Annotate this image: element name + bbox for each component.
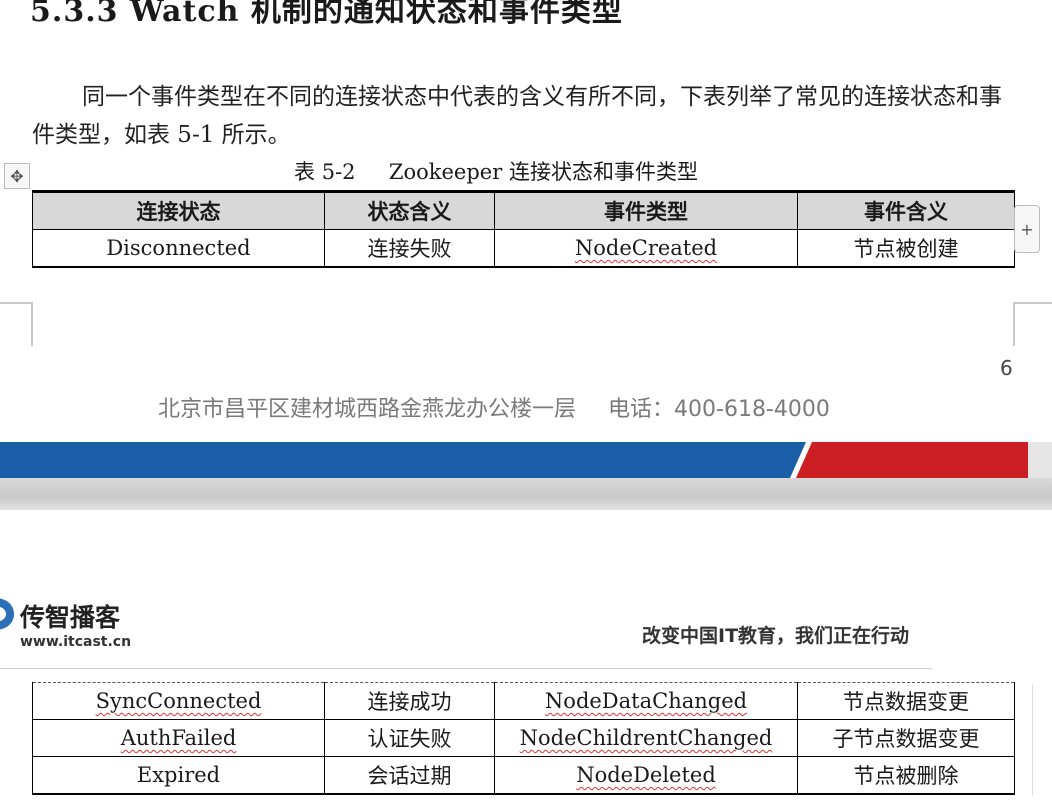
header-connection-state: 连接状态: [32, 190, 325, 230]
cell-event-meaning: 节点被删除: [797, 756, 1015, 795]
cell-connection-state: Disconnected: [32, 229, 325, 268]
body-paragraph: 同一个事件类型在不同的连接状态中代表的含义有所不同，下表列举了常见的连接状态和事…: [32, 78, 1022, 154]
footer-color-band: [0, 442, 1052, 478]
cell-event-type: NodeCreated: [494, 229, 798, 268]
caption-text: 表 5-2 Zookeeper 连接状态和事件类型: [294, 160, 698, 184]
cell-event-type: NodeDeleted: [494, 756, 798, 795]
brand-url: www.itcast.cn: [20, 634, 132, 650]
cell-event-meaning: 节点被创建: [797, 229, 1015, 268]
cell-event-type: NodeDataChanged: [494, 682, 798, 720]
table-caption: 表 5-2 Zookeeper 连接状态和事件类型: [0, 156, 1052, 186]
cell-connection-state: SyncConnected: [32, 682, 325, 720]
table-row: SyncConnected 连接成功 NodeDataChanged 节点数据变…: [32, 682, 1015, 720]
cell-event-meaning: 节点数据变更: [797, 682, 1015, 720]
footer-address: 北京市昌平区建材城西路金燕龙办公楼一层 电话：400-618-4000: [158, 391, 830, 423]
cell-state-meaning: 认证失败: [324, 719, 495, 757]
phone-text: 电话：400-618-4000: [608, 397, 830, 422]
event-type-text: NodeDataChanged: [544, 689, 748, 713]
cell-event-type: NodeChildrentChanged: [494, 719, 798, 757]
table-row: Expired 会话过期 NodeDeleted 节点被删除: [32, 756, 1015, 795]
itcast-logo-icon: [0, 598, 14, 630]
table-row: Disconnected 连接失败 NodeCreated 节点被创建: [32, 229, 1015, 268]
connection-state-text: AuthFailed: [120, 726, 237, 750]
paragraph-text: 同一个事件类型在不同的连接状态中代表的含义有所不同，下表列举了常见的连接状态和事…: [32, 84, 1002, 148]
connection-state-text: SyncConnected: [95, 689, 262, 713]
page-edge-line: [1032, 684, 1033, 796]
address-text: 北京市昌平区建材城西路金燕龙办公楼一层: [158, 397, 577, 422]
header-state-meaning: 状态含义: [324, 190, 495, 230]
cell-event-meaning: 子节点数据变更: [797, 719, 1015, 757]
event-table-part2: SyncConnected 连接成功 NodeDataChanged 节点数据变…: [32, 682, 1015, 795]
header-event-meaning: 事件含义: [797, 190, 1015, 230]
cell-connection-state: AuthFailed: [32, 719, 325, 757]
cell-state-meaning: 连接失败: [324, 229, 495, 268]
event-type-text: NodeChildrentChanged: [519, 726, 773, 750]
table-header-row: 连接状态 状态含义 事件类型 事件含义: [32, 190, 1015, 230]
page-corner-mark-right: [1013, 302, 1015, 346]
page-corner-mark-right-horizontal: [1013, 302, 1052, 304]
brand-name: 传智播客: [20, 603, 121, 632]
page-corner-mark-left: [0, 302, 31, 304]
page-number: 6: [1000, 356, 1013, 380]
section-heading: 5.3.3 Watch 机制的通知状态和事件类型: [30, 0, 623, 29]
event-table-part1: 连接状态 状态含义 事件类型 事件含义 Disconnected 连接失败 No…: [32, 190, 1015, 268]
add-column-button[interactable]: +: [1014, 205, 1040, 253]
cell-connection-state: Expired: [32, 756, 325, 795]
header-rule: [0, 668, 932, 669]
header-slogan: 改变中国IT教育，我们正在行动: [642, 625, 910, 647]
cell-state-meaning: 连接成功: [324, 682, 495, 720]
cell-state-meaning: 会话过期: [324, 756, 495, 795]
event-type-text: NodeCreated: [574, 236, 718, 260]
table-row: AuthFailed 认证失败 NodeChildrentChanged 子节点…: [32, 719, 1015, 757]
header-event-type: 事件类型: [494, 190, 798, 230]
page-corner-mark-left-vertical: [31, 302, 33, 346]
event-type-text: NodeDeleted: [576, 763, 716, 787]
page-separator: [0, 478, 1052, 510]
